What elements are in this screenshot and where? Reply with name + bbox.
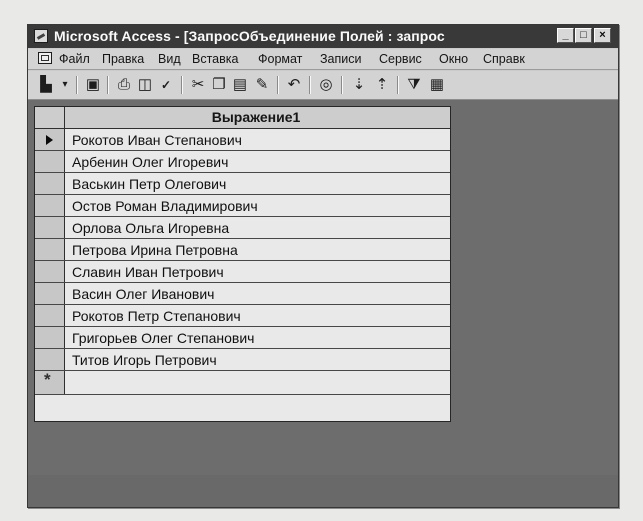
toolbar-separator	[277, 76, 278, 94]
table-cell[interactable]: Остов Роман Владимирович	[72, 198, 258, 214]
filter-by-selection-icon[interactable]: ⧩	[404, 76, 424, 94]
row-selector[interactable]	[35, 195, 65, 216]
table-row[interactable]: Григорьев Олег Степанович	[35, 327, 450, 349]
format-painter-icon[interactable]: ✎	[252, 76, 272, 94]
column-header[interactable]: Выражение1	[66, 109, 446, 125]
title-bar[interactable]: Microsoft Access - [ЗапросОбъединение По…	[28, 25, 618, 48]
menu-window[interactable]: Окно	[439, 52, 468, 66]
row-selector[interactable]	[35, 239, 65, 260]
table-row[interactable]: Рокотов Иван Степанович	[35, 129, 450, 151]
undo-icon[interactable]: ↶	[284, 76, 304, 94]
toolbar-separator	[76, 76, 77, 94]
table-row[interactable]: Васин Олег Иванович	[35, 283, 450, 305]
grid-header: Выражение1	[35, 107, 450, 129]
table-row[interactable]: Титов Игорь Петрович	[35, 349, 450, 371]
table-cell[interactable]: Григорьев Олег Степанович	[72, 330, 254, 346]
menu-file[interactable]: Файл	[59, 52, 90, 66]
toolbar-separator	[397, 76, 398, 94]
menu-edit[interactable]: Правка	[102, 52, 144, 66]
maximize-button[interactable]: □	[575, 28, 592, 43]
access-window: Microsoft Access - [ЗапросОбъединение По…	[27, 24, 619, 508]
toolbar-separator	[309, 76, 310, 94]
paste-icon[interactable]: ▤	[230, 76, 250, 94]
view-dropdown-icon[interactable]: ▾	[55, 76, 75, 94]
table-cell[interactable]: Орлова Ольга Игоревна	[72, 220, 229, 236]
table-row[interactable]: Рокотов Петр Степанович	[35, 305, 450, 327]
select-all-corner[interactable]	[35, 107, 65, 128]
table-cell[interactable]: Славин Иван Петрович	[72, 264, 224, 280]
view-icon[interactable]: ▙	[36, 76, 56, 94]
print-preview-icon[interactable]: ◫	[135, 76, 155, 94]
table-row[interactable]: Петрова Ирина Петровна	[35, 239, 450, 261]
table-row[interactable]: Орлова Ольга Игоревна	[35, 217, 450, 239]
spelling-icon[interactable]: ✓	[156, 76, 176, 94]
table-cell[interactable]: Васин Олег Иванович	[72, 286, 214, 302]
workspace-bottom	[28, 475, 618, 507]
row-selector[interactable]	[35, 261, 65, 282]
toolbar-separator	[107, 76, 108, 94]
copy-icon[interactable]: ❐	[209, 76, 229, 94]
table-row[interactable]: Остов Роман Владимирович	[35, 195, 450, 217]
menu-format[interactable]: Формат	[258, 52, 302, 66]
mdi-workspace: Выражение1 Рокотов Иван Степанович Арбен…	[28, 100, 618, 507]
row-selector[interactable]	[35, 173, 65, 194]
table-cell[interactable]: Арбенин Олег Игоревич	[72, 154, 228, 170]
menu-bar: Файл Правка Вид Вставка Формат Записи Се…	[28, 49, 618, 70]
table-cell[interactable]: Петрова Ирина Петровна	[72, 242, 238, 258]
menu-help[interactable]: Справк	[483, 52, 525, 66]
document-window-icon[interactable]	[38, 52, 52, 64]
print-icon[interactable]: ⎙	[114, 76, 134, 94]
toolbar-separator	[181, 76, 182, 94]
menu-view[interactable]: Вид	[158, 52, 181, 66]
minimize-button[interactable]: _	[557, 28, 574, 43]
row-selector[interactable]	[35, 327, 65, 348]
sort-ascending-icon[interactable]: ⇣	[349, 76, 369, 94]
hyperlink-icon[interactable]: ◎	[316, 76, 336, 94]
cut-icon[interactable]: ✂	[188, 76, 208, 94]
toolbar-separator	[341, 76, 342, 94]
table-row[interactable]: Арбенин Олег Игоревич	[35, 151, 450, 173]
window-title: Microsoft Access - [ЗапросОбъединение По…	[54, 28, 445, 44]
filter-by-form-icon[interactable]: ▦	[427, 76, 447, 94]
row-selector[interactable]	[35, 349, 65, 370]
row-selector[interactable]	[35, 305, 65, 326]
sort-descending-icon[interactable]: ⇡	[372, 76, 392, 94]
menu-tools[interactable]: Сервис	[379, 52, 422, 66]
row-selector[interactable]	[35, 217, 65, 238]
datasheet-grid: Выражение1 Рокотов Иван Степанович Арбен…	[34, 106, 451, 422]
table-cell[interactable]: Рокотов Петр Степанович	[72, 308, 241, 324]
table-cell[interactable]: Рокотов Иван Степанович	[72, 132, 242, 148]
new-record-icon[interactable]	[35, 370, 65, 394]
close-button[interactable]: ×	[594, 28, 611, 43]
row-selector[interactable]	[35, 129, 65, 150]
table-cell[interactable]: Титов Игорь Петрович	[72, 352, 217, 368]
save-icon[interactable]: ▣	[83, 76, 103, 94]
table-row[interactable]: Васькин Петр Олегович	[35, 173, 450, 195]
toolbar: ▙ ▾ ▣ ⎙ ◫ ✓ ✂ ❐ ▤ ✎ ↶ ◎ ⇣ ⇡ ⧩ ▦	[28, 71, 618, 100]
new-record-row[interactable]	[35, 370, 450, 395]
table-cell[interactable]: Васькин Петр Олегович	[72, 176, 226, 192]
row-selector[interactable]	[35, 283, 65, 304]
table-row[interactable]: Славин Иван Петрович	[35, 261, 450, 283]
access-key-icon[interactable]	[34, 29, 48, 43]
menu-records[interactable]: Записи	[320, 52, 362, 66]
menu-insert[interactable]: Вставка	[192, 52, 238, 66]
row-selector[interactable]	[35, 151, 65, 172]
